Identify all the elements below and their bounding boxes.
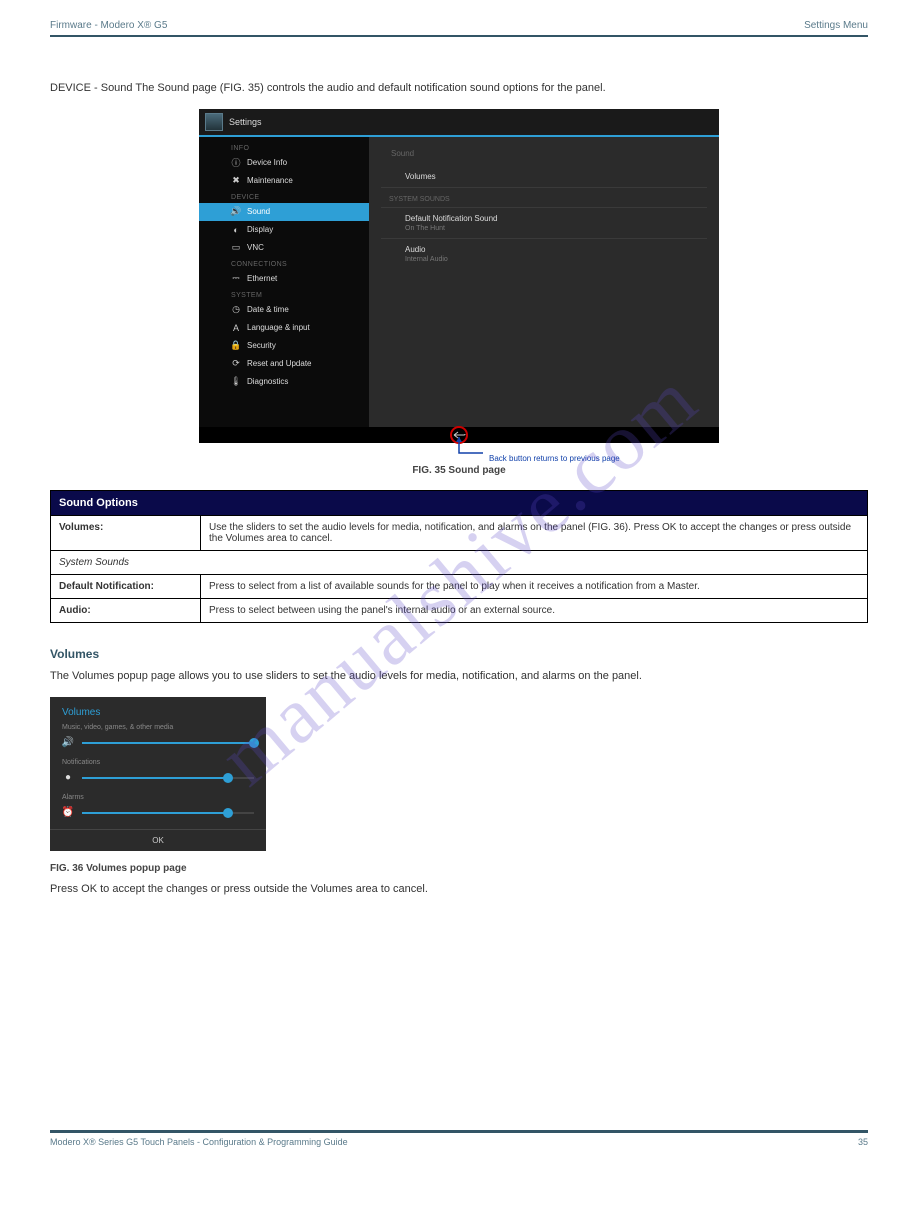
- table-row: System Sounds: [51, 550, 868, 574]
- volumes-heading: Volumes: [50, 647, 868, 661]
- figure-36-caption: FIG. 36 Volumes popup page: [50, 863, 868, 874]
- page-header: Firmware - Modero X® G5 Settings Menu: [50, 20, 868, 37]
- alarm-icon: ⏰: [62, 807, 74, 819]
- volumes-label: Volumes: [405, 172, 697, 181]
- sidebar-item-display[interactable]: ◐ Display: [199, 221, 369, 239]
- settings-title: Settings: [229, 117, 262, 127]
- refresh-icon: ⟳: [231, 359, 241, 369]
- media-volume-slider[interactable]: [82, 742, 254, 744]
- row-label: Default Notification:: [51, 574, 201, 598]
- sidebar-item-device-info[interactable]: ⓘ Device Info: [199, 154, 369, 172]
- sidebar-label: Diagnostics: [247, 377, 288, 386]
- row-subhead: System Sounds: [51, 550, 868, 574]
- sidebar-item-vnc[interactable]: ▭ VNC: [199, 239, 369, 257]
- clock-icon: ◷: [231, 305, 241, 315]
- row-value: Press to select from a list of available…: [201, 574, 868, 598]
- sidebar-label: Language & input: [247, 323, 310, 332]
- category-connections: CONNECTIONS: [199, 257, 369, 270]
- footer-left: Modero X® Series G5 Touch Panels - Confi…: [50, 1137, 348, 1147]
- figure-35-caption: FIG. 35 Sound page: [50, 465, 868, 476]
- content-title: Sound: [381, 145, 707, 166]
- callout-text: Back button returns to previous page: [489, 454, 620, 463]
- notification-icon: ●: [62, 772, 74, 784]
- vnc-icon: ▭: [231, 243, 241, 253]
- volume-icon: 🔊: [62, 737, 74, 749]
- ethernet-icon: ⎓: [231, 274, 241, 284]
- row-audio[interactable]: Audio Internal Audio: [381, 239, 707, 269]
- sidebar-item-sound[interactable]: 🔊 Sound: [199, 203, 369, 221]
- sidebar-item-language[interactable]: A Language & input: [199, 319, 369, 337]
- sidebar-item-reset[interactable]: ⟳ Reset and Update: [199, 355, 369, 373]
- notifications-volume-group: Notifications ●: [62, 759, 254, 784]
- sound-options-table: Sound Options Volumes: Use the sliders t…: [50, 490, 868, 623]
- row-default-notification[interactable]: Default Notification Sound On The Hunt: [381, 208, 707, 239]
- alarms-volume-slider[interactable]: [82, 812, 254, 814]
- audio-value: Internal Audio: [405, 256, 697, 263]
- volumes-ok-button[interactable]: OK: [50, 829, 266, 851]
- row-value: Use the sliders to set the audio levels …: [201, 515, 868, 550]
- volume-icon: 🔊: [231, 207, 241, 217]
- volumes-popup-screenshot: Volumes Music, video, games, & other med…: [50, 697, 266, 851]
- media-volume-label: Music, video, games, & other media: [62, 724, 254, 731]
- footer-page-number: 35: [858, 1137, 868, 1147]
- sidebar-item-datetime[interactable]: ◷ Date & time: [199, 301, 369, 319]
- table-header: Sound Options: [51, 490, 868, 515]
- callout-arrow: [455, 435, 485, 461]
- sidebar-label: Sound: [247, 207, 270, 216]
- sidebar-label: Ethernet: [247, 274, 277, 283]
- row-volumes[interactable]: Volumes: [381, 166, 707, 188]
- settings-sidebar: INFO ⓘ Device Info ✖ Maintenance DEVICE …: [199, 137, 369, 427]
- sidebar-label: Date & time: [247, 305, 289, 314]
- header-left: Firmware - Modero X® G5: [50, 20, 167, 31]
- audio-label: Audio: [405, 245, 697, 254]
- sidebar-label: Reset and Update: [247, 359, 312, 368]
- table-row: Audio: Press to select between using the…: [51, 598, 868, 622]
- alarms-volume-group: Alarms ⏰: [62, 794, 254, 819]
- volumes-popup-title: Volumes: [62, 707, 254, 718]
- row-label: Volumes:: [51, 515, 201, 550]
- diagnostics-icon: 🌡: [231, 377, 241, 387]
- intro-paragraph: DEVICE - Sound The Sound page (FIG. 35) …: [50, 81, 868, 97]
- header-right: Settings Menu: [804, 20, 868, 31]
- category-system: SYSTEM: [199, 288, 369, 301]
- settings-content: Sound Volumes SYSTEM SOUNDS Default Noti…: [369, 137, 719, 427]
- row-value: Press to select between using the panel'…: [201, 598, 868, 622]
- tools-icon: ✖: [231, 176, 241, 186]
- alarms-volume-label: Alarms: [62, 794, 254, 801]
- row-label: Audio:: [51, 598, 201, 622]
- sidebar-label: Security: [247, 341, 276, 350]
- info-icon: ⓘ: [231, 158, 241, 168]
- sidebar-label: VNC: [247, 243, 264, 252]
- settings-titlebar: Settings: [199, 109, 719, 137]
- sidebar-item-maintenance[interactable]: ✖ Maintenance: [199, 172, 369, 190]
- sidebar-item-ethernet[interactable]: ⎓ Ethernet: [199, 270, 369, 288]
- table-row: Volumes: Use the sliders to set the audi…: [51, 515, 868, 550]
- notifications-volume-label: Notifications: [62, 759, 254, 766]
- settings-screenshot: Settings INFO ⓘ Device Info ✖ Maintenanc…: [199, 109, 719, 443]
- volumes-after-paragraph: Press OK to accept the changes or press …: [50, 882, 868, 898]
- default-notification-value: On The Hunt: [405, 225, 697, 232]
- sidebar-label: Display: [247, 225, 273, 234]
- category-info: INFO: [199, 141, 369, 154]
- document-page: manualshive.com Firmware - Modero X® G5 …: [0, 0, 918, 1207]
- sidebar-item-security[interactable]: 🔒 Security: [199, 337, 369, 355]
- media-volume-group: Music, video, games, & other media 🔊: [62, 724, 254, 749]
- sidebar-item-diagnostics[interactable]: 🌡 Diagnostics: [199, 373, 369, 391]
- sidebar-label: Device Info: [247, 158, 287, 167]
- section-system-sounds: SYSTEM SOUNDS: [381, 188, 707, 208]
- settings-icon: [205, 113, 223, 131]
- notifications-volume-slider[interactable]: [82, 777, 254, 779]
- volumes-paragraph: The Volumes popup page allows you to use…: [50, 669, 868, 685]
- lock-icon: 🔒: [231, 341, 241, 351]
- page-footer: Modero X® Series G5 Touch Panels - Confi…: [50, 1133, 868, 1147]
- display-icon: ◐: [231, 225, 241, 235]
- table-row: Default Notification: Press to select fr…: [51, 574, 868, 598]
- language-icon: A: [231, 323, 241, 333]
- sidebar-label: Maintenance: [247, 176, 293, 185]
- default-notification-label: Default Notification Sound: [405, 214, 697, 223]
- category-device: DEVICE: [199, 190, 369, 203]
